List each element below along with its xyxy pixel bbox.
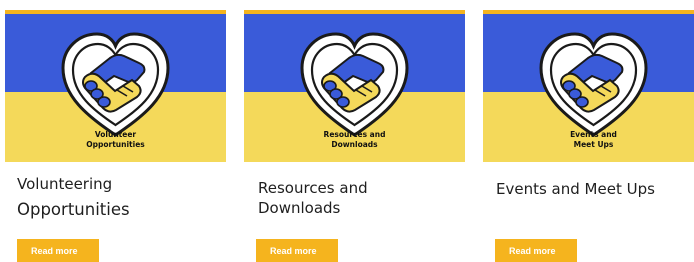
- image-caption: Events and Meet Ups: [570, 130, 617, 149]
- read-more-button[interactable]: Read more: [256, 239, 338, 262]
- card-resources: Resources and Downloads Resources and Do…: [244, 10, 465, 262]
- card-title-line1: Volunteering: [17, 175, 113, 193]
- image-caption: Resources and Downloads: [323, 130, 386, 149]
- cards-section: Volunteer Opportunities Volunteering Opp…: [0, 0, 694, 262]
- read-more-button[interactable]: Read more: [495, 239, 577, 262]
- card-title[interactable]: Resources and Downloads: [258, 178, 459, 218]
- image-caption: Volunteer Opportunities: [86, 130, 145, 149]
- card-title-line2: Opportunities: [17, 200, 130, 219]
- read-more-button[interactable]: Read more: [17, 239, 99, 262]
- card-image[interactable]: Resources and Downloads: [244, 10, 465, 162]
- card-title[interactable]: Volunteering Opportunities: [17, 173, 220, 225]
- card-events: Events and Meet Ups Events and Meet Ups …: [483, 10, 694, 262]
- card-image[interactable]: Events and Meet Ups: [483, 10, 694, 162]
- card-title-line2: Downloads: [258, 199, 341, 217]
- card-image[interactable]: Volunteer Opportunities: [5, 10, 226, 162]
- card-title-line1: Events and Meet Ups: [496, 180, 655, 198]
- card-volunteering: Volunteer Opportunities Volunteering Opp…: [5, 10, 226, 262]
- card-title[interactable]: Events and Meet Ups: [496, 178, 694, 200]
- card-title-line1: Resources and: [258, 179, 368, 197]
